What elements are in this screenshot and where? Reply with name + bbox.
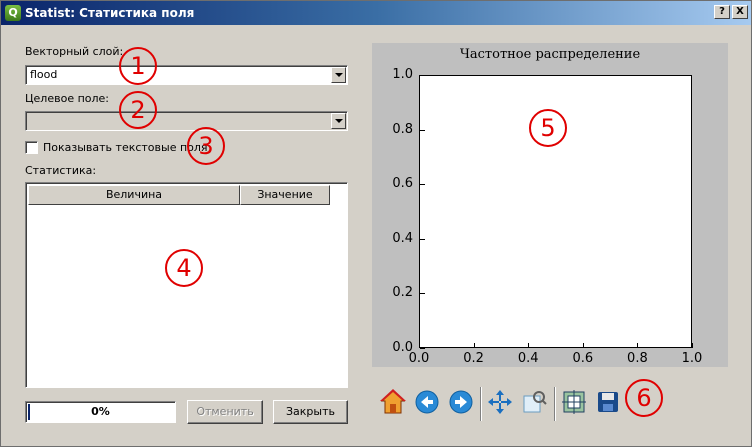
cancel-button[interactable]: Отменить (187, 400, 263, 424)
help-button[interactable]: ? (714, 5, 730, 19)
qgis-app-icon: Q (5, 5, 21, 21)
save-icon[interactable] (594, 387, 622, 417)
annotation-marker-6: 6 (625, 379, 663, 417)
pan-icon[interactable] (486, 387, 514, 417)
y-tick-mark (420, 293, 425, 295)
y-tick-label: 0.6 (392, 176, 413, 192)
target-field-label: Целевое поле: (25, 92, 110, 105)
title-bar: Q Statist: Статистика поля ? X (1, 1, 751, 25)
x-tick-label: 0.0 (408, 351, 430, 366)
annotation-marker-1: 1 (119, 47, 157, 85)
forward-icon[interactable] (447, 387, 475, 417)
x-tick-label: 0.2 (463, 351, 484, 366)
show-text-fields-label[interactable]: Показывать текстовые поля (43, 141, 208, 154)
close-window-button[interactable]: X (732, 5, 748, 19)
y-tick-mark (420, 184, 425, 186)
y-tick-label: 0.4 (392, 230, 413, 246)
x-tick-label: 0.6 (572, 351, 594, 366)
x-tick-mark (528, 343, 530, 348)
x-tick-label: 0.8 (627, 351, 648, 366)
y-tick-mark (420, 129, 425, 131)
annotation-marker-5: 5 (529, 109, 567, 147)
close-button[interactable]: Закрыть (273, 400, 348, 424)
statist-dialog: Q Statist: Статистика поля ? X Векторный… (0, 0, 752, 447)
vector-layer-label: Векторный слой: (25, 45, 124, 58)
plot-canvas[interactable]: Частотное распределение 0.0 0.2 0.4 0.6 0.8 1… (372, 43, 728, 367)
x-tick-label: 0.4 (517, 351, 539, 366)
chevron-down-icon[interactable] (331, 113, 346, 129)
x-tick-label: 1.0 (681, 351, 703, 366)
chevron-down-icon[interactable] (331, 67, 346, 83)
x-tick-mark (637, 343, 639, 348)
zoom-icon[interactable] (520, 387, 548, 417)
vector-layer-value: flood (30, 68, 58, 81)
y-tick-mark (420, 238, 425, 240)
back-icon[interactable] (413, 387, 441, 417)
annotation-marker-2: 2 (119, 91, 157, 129)
x-tick-mark (582, 343, 584, 348)
x-tick-mark (692, 343, 693, 348)
show-text-fields-checkbox[interactable] (25, 141, 38, 154)
x-tick-mark (419, 343, 420, 348)
home-icon[interactable] (379, 387, 407, 417)
annotation-marker-3: 3 (187, 127, 225, 165)
statistics-label: Статистика: (25, 164, 97, 177)
y-tick-label: 0.2 (392, 285, 413, 301)
column-header-value[interactable]: Значение (240, 185, 330, 205)
chart-title: Частотное распределение (459, 47, 641, 62)
y-tick-label: 1.0 (392, 67, 413, 82)
toolbar-separator (554, 387, 556, 421)
y-tick-mark (420, 75, 425, 76)
annotation-marker-4: 4 (165, 249, 203, 287)
target-field-select[interactable] (25, 111, 348, 131)
progress-bar: 0% (25, 401, 176, 423)
toolbar-separator (480, 387, 482, 421)
progress-text: 0% (91, 405, 110, 418)
column-header-quantity[interactable]: Величина (28, 185, 240, 205)
subplots-icon[interactable] (560, 387, 588, 417)
y-tick-label: 0.8 (392, 121, 413, 137)
window-title: Statist: Статистика поля (25, 6, 195, 20)
y-tick-mark (420, 348, 425, 349)
x-tick-mark (473, 343, 475, 348)
vector-layer-select[interactable]: flood (25, 65, 348, 85)
